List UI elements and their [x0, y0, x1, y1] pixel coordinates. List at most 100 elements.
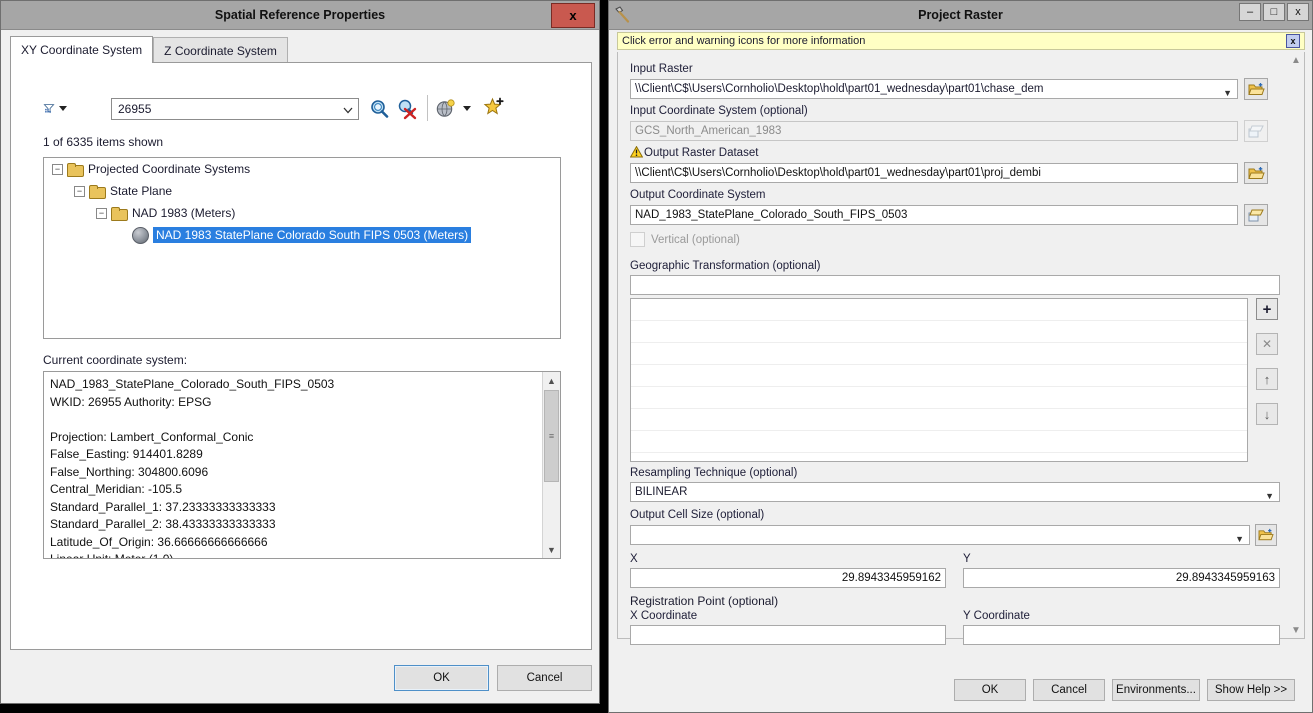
parameter-form: ▲ ▼ Input Raster \\Client\C$\Users\Cornh…: [617, 52, 1305, 645]
hammer-icon: [615, 6, 630, 23]
add-to-favorites-star-icon: [483, 97, 504, 115]
output-coordinate-system-value[interactable]: NAD_1983_StatePlane_Colorado_South_FIPS_…: [630, 205, 1238, 225]
output-raster-browse-button[interactable]: [1244, 162, 1268, 184]
close-icon[interactable]: x: [551, 3, 595, 28]
current-coordinate-system-label: Current coordinate system:: [43, 353, 188, 367]
vertical-checkbox-row[interactable]: Vertical (optional): [630, 232, 740, 247]
move-up-button[interactable]: ↑: [1256, 368, 1278, 390]
resampling-technique-value: BILINEAR: [635, 486, 688, 498]
ok-button[interactable]: OK: [394, 665, 489, 691]
add-to-favorites-button[interactable]: [483, 96, 507, 120]
search-button[interactable]: [367, 97, 391, 121]
filter-button[interactable]: [43, 97, 67, 119]
collapse-icon[interactable]: −: [96, 207, 107, 219]
list-item[interactable]: [631, 431, 1247, 453]
search-combobox[interactable]: 26955: [111, 98, 359, 120]
left-dialog-titlebar: Spatial Reference Properties x: [1, 1, 599, 30]
cell-size-y-value[interactable]: 29.8943345959163: [963, 568, 1280, 588]
warning-triangle-icon[interactable]: [630, 146, 643, 158]
input-raster-browse-button[interactable]: [1244, 78, 1268, 100]
items-shown-label: 1 of 6335 items shown: [43, 135, 164, 149]
maximize-icon[interactable]: □: [1263, 3, 1285, 21]
close-icon[interactable]: x: [1287, 3, 1309, 21]
show-help-button[interactable]: Show Help >>: [1207, 679, 1295, 701]
ok-button[interactable]: OK: [954, 679, 1026, 701]
vertical-checkbox[interactable]: [630, 232, 645, 247]
output-cell-size-browse-button[interactable]: [1255, 524, 1277, 546]
input-raster-combobox[interactable]: \\Client\C$\Users\Cornholio\Desktop\hold…: [630, 79, 1238, 99]
vertical-label: Vertical (optional): [651, 233, 740, 246]
tab-xy-coordinate-system[interactable]: XY Coordinate System: [10, 36, 154, 63]
environments-button[interactable]: Environments...: [1112, 679, 1200, 701]
tree-item-nad-1983-stateplane-colorado-south[interactable]: NAD 1983 StatePlane Colorado South FIPS …: [44, 224, 560, 246]
clear-search-button[interactable]: [395, 97, 419, 121]
message-bar: Click error and warning icons for more i…: [617, 32, 1305, 50]
tree-item-projected-coordinate-systems[interactable]: − Projected Coordinate Systems: [44, 158, 560, 180]
output-coordinate-system-browse-button[interactable]: [1244, 204, 1268, 226]
list-item[interactable]: [631, 299, 1247, 321]
tree-item-nad-1983-meters[interactable]: − NAD 1983 (Meters): [44, 202, 560, 224]
project-raster-dialog: Project Raster – □ x Click error and war…: [608, 0, 1313, 713]
move-down-button[interactable]: ↓: [1256, 403, 1278, 425]
resampling-technique-label: Resampling Technique (optional): [630, 467, 798, 479]
search-input[interactable]: 26955: [118, 102, 151, 116]
coordinate-system-icon: [1248, 209, 1264, 221]
tab-strip: XY Coordinate System Z Coordinate System: [10, 36, 592, 63]
scroll-down-icon[interactable]: ▼: [1288, 622, 1304, 638]
registration-x-value[interactable]: [630, 625, 946, 645]
output-raster-field: Output Raster Dataset \\Client\C$\Users\…: [630, 146, 1280, 184]
current-coordinate-system-text: NAD_1983_StatePlane_Colorado_South_FIPS_…: [50, 377, 335, 559]
list-item[interactable]: [631, 365, 1247, 387]
open-folder-icon: [1247, 166, 1265, 179]
scroll-up-icon[interactable]: ▲: [1288, 52, 1304, 68]
chevron-down-icon[interactable]: [343, 107, 353, 114]
geographic-transformation-label: Geographic Transformation (optional): [630, 260, 821, 272]
registration-y-value[interactable]: [963, 625, 1280, 645]
geographic-transformation-list[interactable]: [630, 298, 1248, 462]
chevron-down-icon[interactable]: ▼: [1235, 532, 1244, 547]
message-bar-close-icon[interactable]: x: [1286, 34, 1300, 48]
right-dialog-titlebar: Project Raster – □ x: [609, 1, 1312, 30]
scroll-down-icon[interactable]: ▼: [543, 541, 560, 558]
cancel-button[interactable]: Cancel: [1033, 679, 1105, 701]
open-folder-icon: [1258, 528, 1274, 541]
left-dialog-title: Spatial Reference Properties: [214, 8, 386, 22]
add-button[interactable]: +: [1256, 298, 1278, 320]
scrollbar-vertical[interactable]: ▲ ≡ ▼: [542, 372, 560, 558]
tree-item-state-plane[interactable]: − State Plane: [44, 180, 560, 202]
chevron-down-icon[interactable]: [463, 106, 471, 111]
output-cell-size-field: Output Cell Size (optional) ▼: [630, 508, 1280, 546]
output-cell-size-combobox[interactable]: ▼: [630, 525, 1250, 545]
form-scrollbar[interactable]: ▲ ▼: [1288, 52, 1304, 638]
chevron-down-icon[interactable]: [59, 105, 67, 111]
collapse-icon[interactable]: −: [74, 185, 85, 197]
remove-button[interactable]: ✕: [1256, 333, 1278, 355]
geographic-transformation-input[interactable]: [630, 275, 1280, 295]
globe-icon: [132, 226, 149, 244]
output-raster-label-text: Output Raster Dataset: [644, 147, 759, 159]
registration-y-label: Y Coordinate: [963, 610, 1030, 622]
scroll-up-icon[interactable]: ▲: [543, 372, 560, 389]
filter-icon: [43, 103, 55, 113]
favorites-button[interactable]: [435, 98, 457, 120]
input-raster-value[interactable]: \\Client\C$\Users\Cornholio\Desktop\hold…: [635, 83, 1043, 95]
resampling-technique-select[interactable]: BILINEAR ▼: [630, 482, 1280, 502]
list-item[interactable]: [631, 343, 1247, 365]
globe-favorites-icon: [436, 99, 455, 117]
list-item[interactable]: [631, 387, 1247, 409]
cell-size-x-value[interactable]: 29.8943345959162: [630, 568, 946, 588]
chevron-down-icon[interactable]: ▼: [1223, 86, 1232, 101]
collapse-icon[interactable]: −: [52, 163, 63, 175]
coordinate-system-tree[interactable]: − Projected Coordinate Systems − State P…: [43, 157, 561, 339]
input-coordinate-system-label: Input Coordinate System (optional): [630, 105, 808, 117]
output-raster-value[interactable]: \\Client\C$\Users\Cornholio\Desktop\hold…: [630, 163, 1238, 183]
chevron-down-icon[interactable]: ▼: [1265, 489, 1274, 504]
scrollbar-thumb[interactable]: ≡: [544, 390, 559, 482]
cancel-button[interactable]: Cancel: [497, 665, 592, 691]
tab-z-coordinate-system[interactable]: Z Coordinate System: [153, 37, 288, 63]
minimize-icon[interactable]: –: [1239, 3, 1261, 21]
list-item[interactable]: [631, 409, 1247, 431]
list-item[interactable]: [631, 321, 1247, 343]
output-cell-size-label: Output Cell Size (optional): [630, 509, 765, 521]
input-coordinate-system-value: GCS_North_American_1983: [630, 121, 1238, 141]
